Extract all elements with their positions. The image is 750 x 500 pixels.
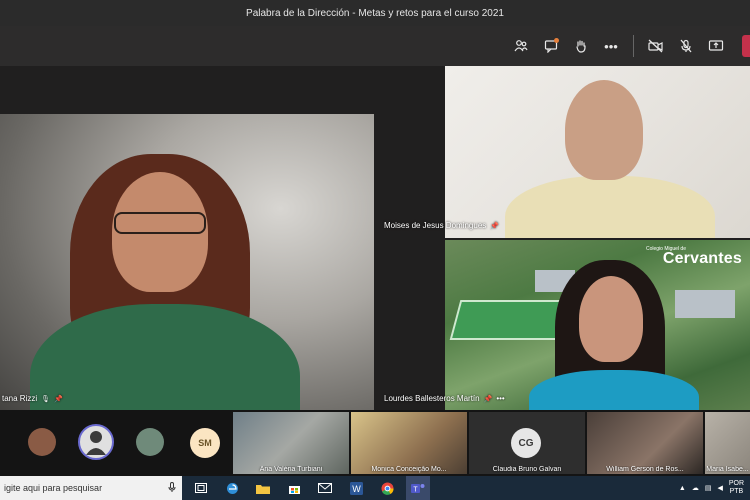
participant-video-face xyxy=(565,80,643,180)
more-icon[interactable]: ••• xyxy=(496,394,504,403)
notification-dot xyxy=(554,38,559,43)
chrome-icon[interactable] xyxy=(375,476,399,500)
file-explorer-icon[interactable] xyxy=(251,476,275,500)
edge-browser-icon[interactable] xyxy=(220,476,244,500)
window-title: Palabra de la Dirección - Metas y retos … xyxy=(246,7,504,19)
system-tray: ▲ ☁ ▤ ◀ POR PTB xyxy=(679,480,750,496)
toolbar-divider xyxy=(633,35,634,57)
participant-video-body xyxy=(529,370,699,410)
participant-name-label: Lourdes Ballesteros Martín 📌 ••• xyxy=(384,394,505,403)
video-tile-moises[interactable] xyxy=(445,66,750,238)
chat-icon[interactable] xyxy=(537,32,565,60)
participant-name-label: tana Rizzi 🎙 📌 xyxy=(2,394,63,403)
video-tile-lourdes[interactable]: Colegio Miguel de Cervantes xyxy=(445,240,750,410)
more-options-button[interactable]: ••• xyxy=(597,32,625,60)
mail-icon[interactable] xyxy=(313,476,337,500)
network-icon[interactable]: ▤ xyxy=(705,484,712,492)
store-icon[interactable] xyxy=(282,476,306,500)
participant-thumbnail[interactable]: Maria Isabe... xyxy=(705,412,750,474)
participant-thumbnail[interactable]: William Gerson de Ros... xyxy=(587,412,703,474)
brand-logo-text: Cervantes xyxy=(662,250,742,267)
participant-name-label: Moises de Jesus Domingues 📌 xyxy=(384,221,499,230)
leave-button[interactable] xyxy=(742,35,750,57)
taskbar-search-box[interactable]: igite aqui para pesquisar xyxy=(0,476,182,500)
task-view-icon[interactable] xyxy=(189,476,213,500)
participant-name: Moises de Jesus Domingues xyxy=(384,221,487,230)
windows-taskbar: igite aqui para pesquisar W T ▲ ☁ ▤ ◀ PO… xyxy=(0,476,750,500)
word-icon[interactable]: W xyxy=(344,476,368,500)
participant-name: Lourdes Ballesteros Martín xyxy=(384,394,480,403)
participant-name: William Gerson de Ros... xyxy=(606,466,684,473)
participant-thumbnail[interactable]: Ana Valéria Turbiani xyxy=(233,412,349,474)
avatar[interactable] xyxy=(28,428,56,456)
language-code: POR xyxy=(728,480,744,487)
keyboard-layout: PTB xyxy=(729,488,744,495)
participant-video-face xyxy=(579,276,643,362)
microphone-icon[interactable] xyxy=(168,481,176,495)
background-building xyxy=(675,290,735,318)
raise-hand-icon[interactable] xyxy=(567,32,595,60)
avatar-initials[interactable]: SM xyxy=(190,428,220,458)
participant-name: Maria Isabe... xyxy=(706,466,749,473)
participant-video-body xyxy=(505,176,715,238)
participant-name: Monica Conceição Mo... xyxy=(371,466,447,473)
participant-thumbnail[interactable]: CG Claudia Bruno Galvan xyxy=(469,412,585,474)
meeting-toolbar: ••• xyxy=(0,26,750,66)
meeting-stage: Colegio Miguel de Cervantes xyxy=(0,66,750,430)
more-icon: ••• xyxy=(604,38,618,54)
participant-name: Claudia Bruno Galvan xyxy=(492,466,562,473)
participant-video-glasses xyxy=(114,212,206,234)
pin-icon: 📌 xyxy=(483,395,493,403)
avatar-initials: CG xyxy=(511,428,541,458)
svg-text:T: T xyxy=(413,486,418,493)
avatar[interactable] xyxy=(78,424,114,460)
volume-icon[interactable]: ◀ xyxy=(717,484,722,492)
camera-off-icon[interactable] xyxy=(642,32,670,60)
avatar[interactable] xyxy=(136,428,164,456)
mic-muted-icon: 🎙 xyxy=(41,395,51,403)
share-screen-icon[interactable] xyxy=(702,32,730,60)
pin-icon: 📌 xyxy=(490,222,499,230)
svg-text:W: W xyxy=(352,484,361,494)
participant-thumbnail[interactable]: Monica Conceição Mo... xyxy=(351,412,467,474)
chevron-up-icon[interactable]: ▲ xyxy=(679,485,686,492)
teams-icon[interactable]: T xyxy=(406,476,430,500)
input-language[interactable]: POR PTB xyxy=(729,480,744,496)
participants-icon[interactable] xyxy=(507,32,535,60)
pin-icon: 📌 xyxy=(54,395,63,403)
participant-name: Ana Valéria Turbiani xyxy=(259,466,323,473)
video-tile-main[interactable] xyxy=(0,114,374,430)
background-field xyxy=(449,300,571,340)
window-title-bar: Palabra de la Dirección - Metas y retos … xyxy=(0,0,750,26)
cloud-icon[interactable]: ☁ xyxy=(692,484,699,492)
mic-off-icon[interactable] xyxy=(672,32,700,60)
participant-name: tana Rizzi xyxy=(2,394,38,403)
participant-strip: SM Ana Valéria Turbiani Monica Conceição… xyxy=(0,410,750,476)
search-placeholder: igite aqui para pesquisar xyxy=(4,483,103,493)
